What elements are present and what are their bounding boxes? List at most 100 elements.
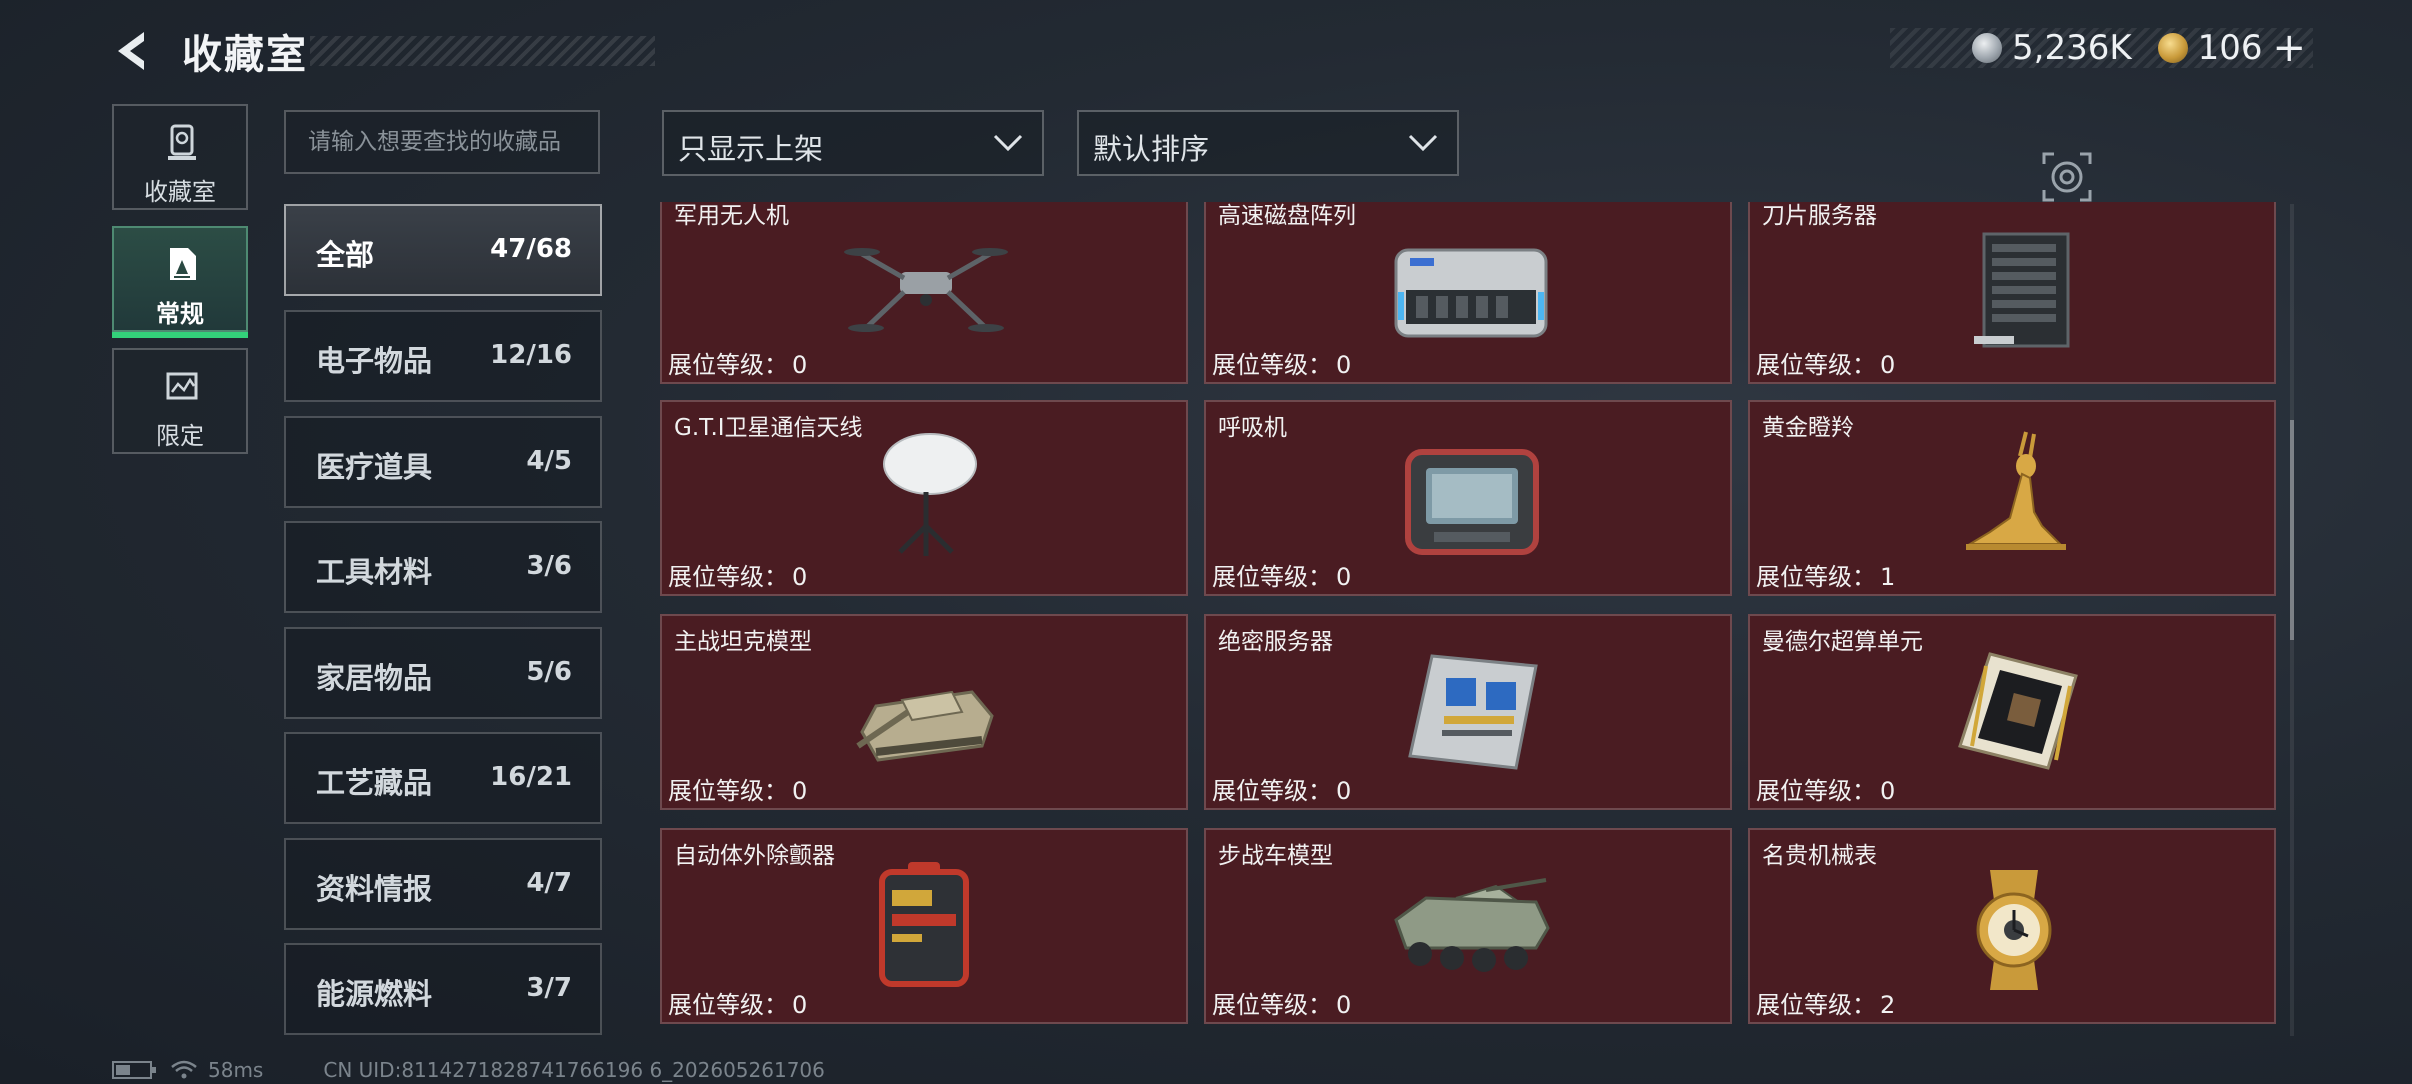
- category-intel[interactable]: 资料情报 4/7: [284, 838, 602, 930]
- category-household[interactable]: 家居物品 5/6: [284, 627, 602, 719]
- category-count: 4/5: [526, 446, 572, 476]
- add-currency-button[interactable]: +: [2273, 25, 2307, 71]
- back-arrow-icon[interactable]: [110, 28, 156, 74]
- satellite-dish-icon: [883, 433, 977, 556]
- display-level: 展位等级： 2: [1756, 991, 1896, 1019]
- header: 收藏室: [110, 20, 655, 80]
- item-name: 曼德尔超算单元: [1762, 629, 1923, 655]
- user-uid: CN UID:8114271828741766196 6_20260526170…: [323, 1058, 825, 1082]
- item-name: 呼吸机: [1218, 415, 1287, 441]
- item-name: 军用无人机: [674, 203, 789, 229]
- item-name: 绝密服务器: [1218, 629, 1333, 655]
- display-level: 展位等级： 0: [1212, 991, 1352, 1019]
- collection-card[interactable]: 军用无人机 展位等级： 0: [660, 202, 1188, 384]
- shelf-filter-dropdown[interactable]: 只显示上架: [662, 110, 1044, 176]
- display-level: 展位等级： 0: [1212, 777, 1352, 805]
- collection-card[interactable]: 绝密服务器 展位等级： 0: [1204, 614, 1732, 810]
- blade-server-icon: [1974, 232, 2070, 348]
- display-level: 展位等级： 0: [1756, 351, 1896, 379]
- category-count: 3/7: [526, 973, 572, 1003]
- wifi-icon: [171, 1060, 197, 1079]
- collection-card[interactable]: 步战车模型 展位等级： 0: [1204, 828, 1732, 1024]
- display-level: 展位等级： 0: [668, 777, 808, 805]
- display-level: 展位等级： 0: [1212, 351, 1352, 379]
- search-box[interactable]: [284, 110, 600, 174]
- item-name: 黄金瞪羚: [1762, 415, 1854, 441]
- sort-value: 默认排序: [1093, 132, 1210, 166]
- category-label: 医疗道具: [316, 450, 433, 484]
- display-level: 展位等级： 0: [668, 351, 808, 379]
- defibrillator-icon: [879, 862, 969, 987]
- category-count: 16/21: [490, 762, 572, 792]
- category-count: 3/6: [526, 551, 572, 581]
- chevron-down-icon: [993, 134, 1023, 152]
- display-level: 展位等级： 0: [668, 991, 808, 1019]
- shelf-filter-value: 只显示上架: [678, 132, 824, 166]
- battery-icon: [112, 1061, 156, 1079]
- collection-card[interactable]: 主战坦克模型 展位等级： 0: [660, 614, 1188, 810]
- silver-amount: 5,236K: [2012, 28, 2132, 68]
- collection-card[interactable]: 呼吸机 展位等级： 0: [1204, 400, 1732, 596]
- tab-limited[interactable]: 限定: [112, 348, 248, 454]
- chevron-down-icon: [1408, 134, 1438, 152]
- item-name: 自动体外除颤器: [674, 843, 835, 869]
- category-label: 电子物品: [316, 344, 433, 378]
- sort-dropdown[interactable]: 默认排序: [1077, 110, 1459, 176]
- category-crafts[interactable]: 工艺藏品 16/21: [284, 732, 602, 824]
- grid-scrollbar-thumb[interactable]: [2290, 420, 2294, 640]
- server-board-icon: [1408, 654, 1538, 770]
- search-input[interactable]: [286, 112, 598, 172]
- page-title: 收藏室: [182, 32, 308, 78]
- scan-target-icon[interactable]: [2040, 150, 2094, 204]
- collection-card[interactable]: 刀片服务器 展位等级： 0: [1748, 202, 2276, 384]
- category-all[interactable]: 全部 47/68: [284, 204, 602, 296]
- category-count: 5/6: [526, 657, 572, 687]
- category-electronics[interactable]: 电子物品 12/16: [284, 310, 602, 402]
- supercomputer-icon: [1958, 652, 2078, 770]
- drone-icon: [844, 248, 1008, 332]
- ping-value: 58ms: [208, 1058, 264, 1082]
- category-fuel[interactable]: 能源燃料 3/7: [284, 943, 602, 1035]
- item-name: 名贵机械表: [1762, 843, 1877, 869]
- collection-card[interactable]: 黄金瞪羚 展位等级： 1: [1748, 400, 2276, 596]
- collection-card[interactable]: 高速磁盘阵列 展位等级： 0: [1204, 202, 1732, 384]
- item-name: G.T.I卫星通信天线: [674, 415, 863, 441]
- tab-label: 常规: [156, 300, 204, 328]
- display-level: 展位等级： 1: [1756, 563, 1896, 591]
- item-name: 高速磁盘阵列: [1218, 203, 1356, 229]
- collection-card[interactable]: 名贵机械表 展位等级： 2: [1748, 828, 2276, 1024]
- item-name: 主战坦克模型: [674, 629, 812, 655]
- gold-amount: 106: [2197, 28, 2263, 68]
- collection-card[interactable]: 自动体外除颤器 展位等级： 0: [660, 828, 1188, 1024]
- display-level: 展位等级： 0: [668, 563, 808, 591]
- category-count: 47/68: [490, 234, 572, 264]
- tab-label: 限定: [156, 422, 204, 450]
- silver-coin-icon: [1972, 33, 2002, 63]
- display-level: 展位等级： 0: [1756, 777, 1896, 805]
- collection-card[interactable]: 曼德尔超算单元 展位等级： 0: [1748, 614, 2276, 810]
- watch-icon: [1976, 870, 2052, 990]
- category-tools[interactable]: 工具材料 3/6: [284, 521, 602, 613]
- category-label: 工艺藏品: [316, 766, 433, 800]
- ventilator-icon: [1405, 449, 1539, 555]
- category-label: 家居物品: [316, 661, 433, 695]
- gold-coin-icon: [2157, 33, 2188, 63]
- category-count: 4/7: [526, 868, 572, 898]
- category-medical[interactable]: 医疗道具 4/5: [284, 416, 602, 508]
- disk-array-icon: [1394, 248, 1548, 338]
- collection-grid: 军用无人机 展位等级： 0 高速磁盘阵列 展位等级： 0 刀片服务器 展位等级：…: [660, 202, 2277, 1040]
- tab-label: 收藏室: [144, 178, 216, 206]
- currency-bar: 5,236K 106 +: [1890, 25, 2313, 71]
- category-count: 12/16: [490, 340, 572, 370]
- category-label: 能源燃料: [316, 977, 433, 1011]
- gazelle-statue-icon: [1966, 431, 2066, 550]
- display-level: 展位等级： 0: [1212, 563, 1352, 591]
- trophy-icon: [168, 124, 196, 160]
- category-label: 全部: [316, 238, 375, 272]
- tank-model-icon: [856, 690, 994, 762]
- tab-collection-room[interactable]: 收藏室: [112, 104, 248, 210]
- collection-card[interactable]: G.T.I卫星通信天线 展位等级： 0: [660, 400, 1188, 596]
- tab-regular[interactable]: 常规: [112, 226, 248, 338]
- item-name: 步战车模型: [1218, 843, 1333, 869]
- title-decoration: [310, 36, 655, 66]
